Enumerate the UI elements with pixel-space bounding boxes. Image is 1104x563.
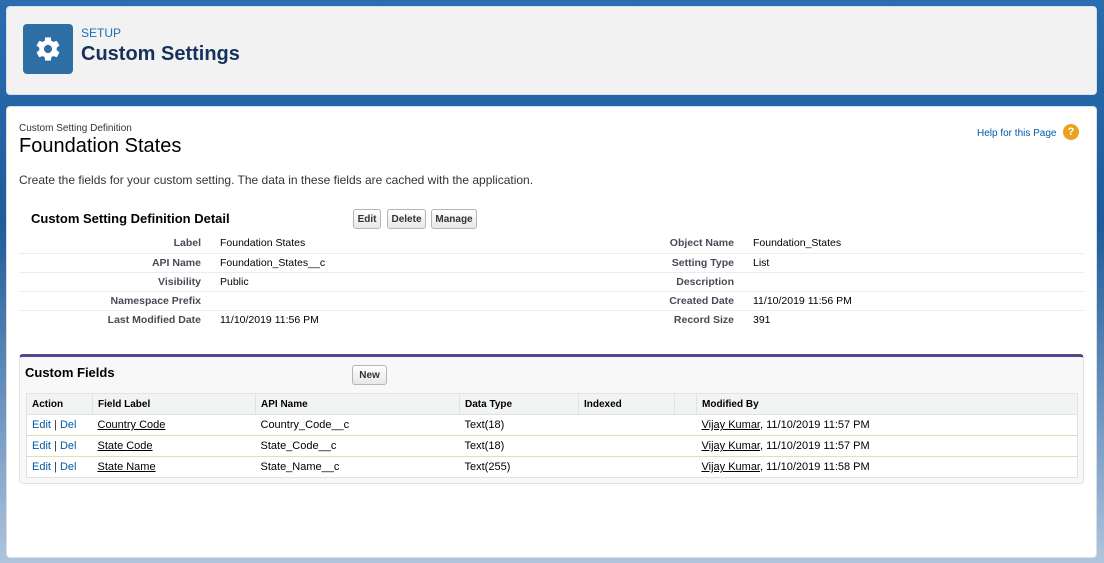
detail-row: Label Foundation States Object Name Foun… xyxy=(19,234,1084,254)
field-label-cell: Country Code xyxy=(92,414,256,436)
new-field-button[interactable]: New xyxy=(352,365,387,385)
data-type-cell: Text(255) xyxy=(464,461,511,473)
field-label: Description xyxy=(616,272,753,292)
action-cell: Edit | Del xyxy=(26,414,93,436)
field-value xyxy=(220,291,616,311)
column-header-spacer xyxy=(674,393,697,415)
action-separator: | xyxy=(54,461,57,473)
field-value: Foundation_States__c xyxy=(220,253,616,273)
field-value xyxy=(753,272,1084,292)
record-type-label: Custom Setting Definition xyxy=(19,123,132,134)
field-label-link[interactable]: State Code xyxy=(98,440,153,452)
custom-fields-table: Action Field Label API Name Data Type In… xyxy=(26,393,1078,478)
help-link[interactable]: Help for this Page xyxy=(977,128,1057,139)
modified-date: , 11/10/2019 11:57 PM xyxy=(760,440,870,452)
detail-table: Label Foundation States Object Name Foun… xyxy=(19,234,1084,329)
detail-row: Namespace Prefix Created Date 11/10/2019… xyxy=(19,291,1084,311)
delete-button[interactable]: Delete xyxy=(387,209,426,229)
detail-row: API Name Foundation_States__c Setting Ty… xyxy=(19,253,1084,273)
modified-date: , 11/10/2019 11:58 PM xyxy=(760,461,870,473)
field-value: Foundation States xyxy=(220,234,616,254)
table-row: Edit | Del State Code State_Code__c Text… xyxy=(26,435,1078,457)
column-header-modified-by[interactable]: Modified By xyxy=(696,393,1078,415)
field-label: Visibility xyxy=(19,272,220,292)
spacer-cell xyxy=(674,435,697,457)
modified-by-cell: Vijay Kumar, 11/10/2019 11:57 PM xyxy=(696,435,1078,457)
modified-by-cell: Vijay Kumar, 11/10/2019 11:58 PM xyxy=(697,457,1078,478)
spacer-cell xyxy=(675,457,697,478)
header-eyebrow: SETUP xyxy=(81,26,122,40)
field-value: Public xyxy=(220,272,616,292)
delete-link[interactable]: Del xyxy=(60,419,77,431)
indexed-cell xyxy=(578,414,675,436)
detail-row: Last Modified Date 11/10/2019 11:56 PM R… xyxy=(19,310,1084,329)
main-content: Custom Setting Definition Foundation Sta… xyxy=(6,106,1097,558)
action-cell: Edit | Del xyxy=(26,435,93,457)
custom-fields-title: Custom Fields xyxy=(25,365,115,380)
indexed-cell xyxy=(578,435,675,457)
field-label-link[interactable]: State Name xyxy=(98,461,156,473)
custom-fields-section: Custom Fields New Action Field Label API… xyxy=(19,354,1084,484)
manage-button[interactable]: Manage xyxy=(431,209,477,229)
edit-link[interactable]: Edit xyxy=(32,440,51,452)
field-label: Record Size xyxy=(673,313,734,326)
field-label-cell: State Name xyxy=(93,457,256,478)
data-type-cell: Text(18) xyxy=(459,414,579,436)
api-name-cell: Country_Code__c xyxy=(255,414,460,436)
column-header-action: Action xyxy=(26,393,93,415)
spacer-cell xyxy=(674,414,697,436)
table-header-row: Action Field Label API Name Data Type In… xyxy=(26,393,1078,415)
action-separator: | xyxy=(54,440,57,452)
table-row: Edit | Del State Name State_Name__c Text… xyxy=(27,457,1078,478)
api-name-cell: State_Code__c xyxy=(255,435,460,457)
field-value: 11/10/2019 11:56 PM xyxy=(220,313,319,326)
field-label: Created Date xyxy=(616,291,753,311)
column-header-field-label[interactable]: Field Label xyxy=(92,393,256,415)
header-title: Custom Settings xyxy=(81,43,240,65)
field-value: 391 xyxy=(753,313,771,326)
detail-row: Visibility Public Description xyxy=(19,272,1084,292)
setup-icon-tile xyxy=(23,24,73,74)
field-value: 11/10/2019 11:56 PM xyxy=(753,291,1084,311)
column-header-data-type[interactable]: Data Type xyxy=(459,393,579,415)
column-header-indexed[interactable]: Indexed xyxy=(578,393,675,415)
field-label: Last Modified Date xyxy=(107,313,201,326)
field-label-link[interactable]: Country Code xyxy=(98,419,166,431)
api-name-cell: State_Name__c xyxy=(260,461,340,473)
field-label-cell: State Code xyxy=(92,435,256,457)
field-label: Namespace Prefix xyxy=(19,291,220,311)
field-label: Setting Type xyxy=(616,253,753,273)
modified-by-cell: Vijay Kumar, 11/10/2019 11:57 PM xyxy=(696,414,1078,436)
modified-date: , 11/10/2019 11:57 PM xyxy=(760,419,870,431)
detail-section-title: Custom Setting Definition Detail xyxy=(31,211,230,226)
action-separator: | xyxy=(54,419,57,431)
help-icon[interactable]: ? xyxy=(1063,124,1079,140)
column-header-api-name[interactable]: API Name xyxy=(255,393,460,415)
edit-link[interactable]: Edit xyxy=(32,419,51,431)
delete-link[interactable]: Del xyxy=(60,440,77,452)
field-label: Label xyxy=(19,234,220,254)
user-link[interactable]: Vijay Kumar xyxy=(702,440,761,452)
page-description: Create the fields for your custom settin… xyxy=(19,173,534,187)
field-label: API Name xyxy=(19,253,220,273)
page-header: SETUP Custom Settings xyxy=(6,6,1097,95)
indexed-cell xyxy=(579,457,675,478)
field-value: List xyxy=(753,253,1084,273)
page-title: Foundation States xyxy=(19,135,182,157)
edit-button[interactable]: Edit xyxy=(353,209,381,229)
edit-link[interactable]: Edit xyxy=(32,461,51,473)
action-cell: Edit | Del xyxy=(27,457,93,478)
field-label: Object Name xyxy=(616,234,753,254)
field-value: Foundation_States xyxy=(753,234,1084,254)
gear-icon xyxy=(36,37,60,61)
delete-link[interactable]: Del xyxy=(60,461,77,473)
data-type-cell: Text(18) xyxy=(459,435,579,457)
user-link[interactable]: Vijay Kumar xyxy=(702,419,761,431)
table-row: Edit | Del Country Code Country_Code__c … xyxy=(26,414,1078,436)
user-link[interactable]: Vijay Kumar xyxy=(702,461,761,473)
